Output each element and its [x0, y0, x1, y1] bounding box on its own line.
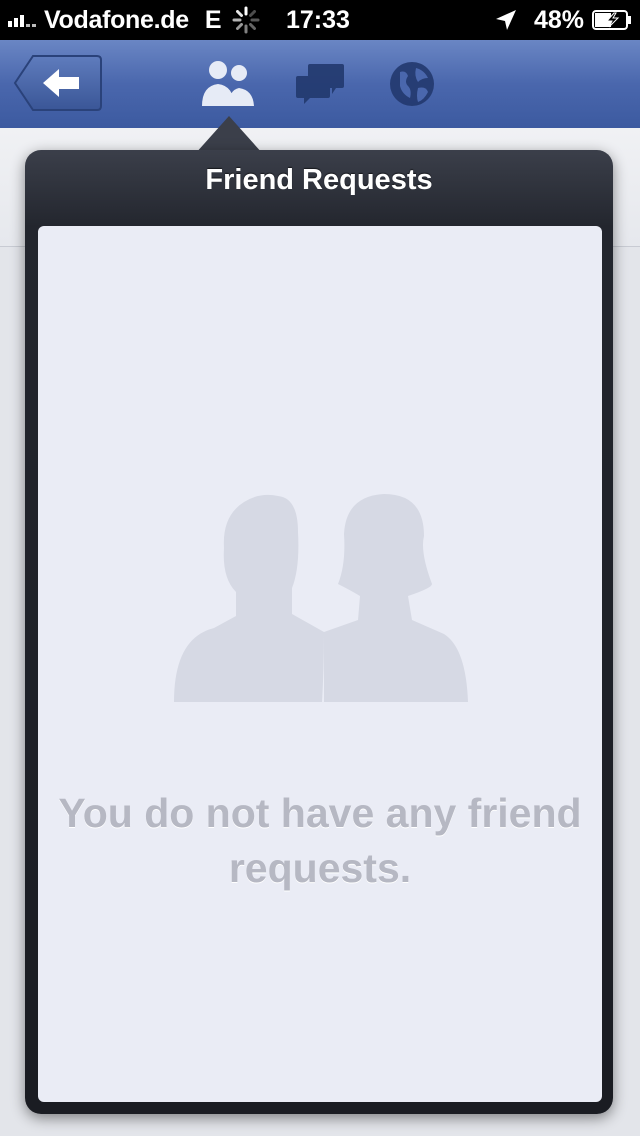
battery-charging-icon [592, 10, 631, 30]
friend-requests-icon[interactable] [198, 58, 256, 108]
status-bar: Vodafone.de E 17:33 48% [0, 0, 640, 40]
status-time: 17:33 [286, 5, 350, 34]
notifications-globe-icon[interactable] [388, 60, 436, 108]
friend-requests-popover: Friend Requests You do not have any frie… [25, 150, 613, 1114]
carrier-name: Vodafone.de [44, 5, 189, 34]
battery-percent: 48% [533, 5, 584, 34]
spinner-icon [232, 6, 260, 34]
network-type: E [204, 5, 222, 34]
popover-arrow [195, 116, 263, 154]
signal-icon [8, 13, 38, 27]
messages-icon[interactable] [296, 62, 346, 106]
location-arrow-icon [495, 10, 516, 30]
popover-content: You do not have any friend requests. [38, 226, 602, 1102]
top-navbar [0, 40, 640, 129]
status-left: Vodafone.de E [8, 4, 274, 36]
two-people-silhouette-icon [174, 494, 468, 702]
popover-title: Friend Requests [205, 164, 433, 196]
back-button[interactable] [13, 54, 103, 112]
empty-state-message: You do not have any friend requests. [58, 790, 582, 891]
status-right: 48% [494, 4, 632, 36]
